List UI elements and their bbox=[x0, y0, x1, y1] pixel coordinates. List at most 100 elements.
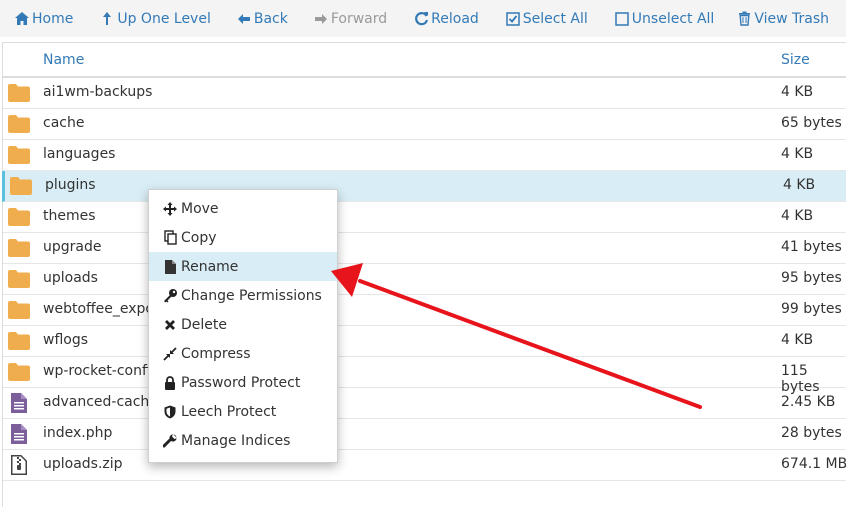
file-name[interactable]: uploads.zip bbox=[43, 456, 123, 472]
context-menu-label: Copy bbox=[181, 229, 217, 246]
trash-icon bbox=[736, 11, 752, 27]
context-menu-label: Change Permissions bbox=[181, 287, 322, 304]
file-size: 4 KB bbox=[781, 332, 814, 348]
table-row[interactable]: themes 4 KB bbox=[3, 202, 846, 233]
file-size: 4 KB bbox=[783, 177, 816, 193]
folder-icon bbox=[8, 115, 30, 133]
context-menu-move[interactable]: Move bbox=[149, 194, 337, 223]
view-trash-button[interactable]: View Trash bbox=[736, 0, 829, 37]
select-all-label: Select All bbox=[522, 10, 588, 27]
table-row[interactable]: webtoffee_export 99 bytes bbox=[3, 295, 846, 326]
context-menu-compress[interactable]: Compress bbox=[149, 339, 337, 368]
home-label: Home bbox=[32, 10, 74, 27]
context-menu-password-protect[interactable]: Password Protect bbox=[149, 368, 337, 397]
table-row[interactable]: uploads.zip 674.1 MB bbox=[3, 450, 846, 481]
folder-icon bbox=[8, 239, 30, 257]
toolbar: Home Up One Level Back Forward Reload Se… bbox=[0, 0, 846, 37]
back-button[interactable]: Back bbox=[236, 0, 288, 37]
forward-button[interactable]: Forward bbox=[313, 0, 387, 37]
table-row[interactable]: wflogs 4 KB bbox=[3, 326, 846, 357]
close-icon bbox=[162, 317, 178, 333]
file-name[interactable]: wflogs bbox=[43, 332, 88, 348]
up-one-level-label: Up One Level bbox=[117, 10, 211, 27]
refresh-icon bbox=[413, 11, 429, 27]
arrow-left-icon bbox=[236, 11, 252, 27]
folder-icon bbox=[8, 270, 30, 288]
file-size: 4 KB bbox=[781, 146, 814, 162]
context-menu-label: Rename bbox=[181, 258, 239, 275]
folder-icon bbox=[8, 363, 30, 381]
select-all-button[interactable]: Select All bbox=[505, 0, 588, 37]
file-size: 41 bytes bbox=[781, 239, 842, 255]
table-row[interactable]: ai1wm-backups 4 KB bbox=[3, 78, 846, 109]
file-size: 4 KB bbox=[781, 208, 814, 224]
context-menu-leech-protect[interactable]: Leech Protect bbox=[149, 397, 337, 426]
table-row[interactable]: advanced-cache.php 2.45 KB bbox=[3, 388, 846, 419]
folder-icon bbox=[8, 208, 30, 226]
unselect-all-label: Unselect All bbox=[631, 10, 715, 27]
folder-icon bbox=[10, 177, 32, 195]
compress-icon bbox=[162, 346, 178, 362]
file-name[interactable]: plugins bbox=[45, 177, 96, 193]
table-row[interactable]: languages 4 KB bbox=[3, 140, 846, 171]
file-size: 99 bytes bbox=[781, 301, 842, 317]
reload-button[interactable]: Reload bbox=[413, 0, 479, 37]
checkbox-checked-icon bbox=[505, 11, 521, 27]
file-name[interactable]: cache bbox=[43, 115, 84, 131]
file-name[interactable]: themes bbox=[43, 208, 96, 224]
table-row[interactable]: wp-rocket-config 115 bytes bbox=[3, 357, 846, 395]
php-file-icon bbox=[11, 393, 33, 413]
up-one-level-button[interactable]: Up One Level bbox=[99, 0, 211, 37]
zip-file-icon bbox=[11, 455, 33, 475]
folder-icon bbox=[8, 84, 30, 102]
php-file-icon bbox=[11, 424, 33, 444]
column-header-size[interactable]: Size bbox=[781, 52, 810, 68]
back-label: Back bbox=[253, 10, 288, 27]
file-name[interactable]: upgrade bbox=[43, 239, 101, 255]
context-menu-label: Move bbox=[181, 200, 219, 217]
lock-icon bbox=[162, 375, 178, 391]
key-icon bbox=[162, 288, 178, 304]
table-row[interactable]: cache 65 bytes bbox=[3, 109, 846, 140]
file-name[interactable]: languages bbox=[43, 146, 115, 162]
file-name[interactable]: uploads bbox=[43, 270, 98, 286]
file-size: 674.1 MB bbox=[781, 456, 846, 472]
context-menu-delete[interactable]: Delete bbox=[149, 310, 337, 339]
table-row[interactable]: plugins 4 KB bbox=[2, 171, 846, 202]
home-icon bbox=[14, 11, 30, 27]
file-size: 2.45 KB bbox=[781, 394, 836, 410]
file-size: 95 bytes bbox=[781, 270, 842, 286]
context-menu-label: Manage Indices bbox=[181, 432, 291, 449]
table-row[interactable]: index.php 28 bytes bbox=[3, 419, 846, 450]
file-table: Name Size ai1wm-backups 4 KB cache 65 bytes… bbox=[2, 42, 846, 507]
context-menu: Move Copy Rename Change Permissions Dele… bbox=[148, 189, 338, 463]
context-menu-label: Leech Protect bbox=[181, 403, 277, 420]
checkbox-empty-icon bbox=[614, 11, 630, 27]
column-header-name[interactable]: Name bbox=[43, 52, 84, 68]
file-name[interactable]: webtoffee_export bbox=[43, 301, 165, 317]
file-name[interactable]: wp-rocket-config bbox=[43, 363, 160, 379]
arrow-up-icon bbox=[99, 11, 115, 27]
unselect-all-button[interactable]: Unselect All bbox=[614, 0, 715, 37]
context-menu-label: Password Protect bbox=[181, 374, 301, 391]
table-header: Name Size bbox=[3, 43, 846, 78]
context-menu-rename[interactable]: Rename bbox=[149, 252, 337, 281]
file-name[interactable]: index.php bbox=[43, 425, 112, 441]
file-name[interactable]: ai1wm-backups bbox=[43, 84, 152, 100]
table-row[interactable]: upgrade 41 bytes bbox=[3, 233, 846, 264]
folder-icon bbox=[8, 146, 30, 164]
context-menu-manage-indices[interactable]: Manage Indices bbox=[149, 426, 337, 455]
copy-icon bbox=[162, 230, 178, 246]
file-size: 4 KB bbox=[781, 84, 814, 100]
file-size: 65 bytes bbox=[781, 115, 842, 131]
folder-icon bbox=[8, 332, 30, 350]
file-icon bbox=[162, 259, 178, 275]
table-row[interactable]: uploads 95 bytes bbox=[3, 264, 846, 295]
context-menu-copy[interactable]: Copy bbox=[149, 223, 337, 252]
context-menu-change-permissions[interactable]: Change Permissions bbox=[149, 281, 337, 310]
forward-label: Forward bbox=[330, 10, 388, 27]
file-size: 28 bytes bbox=[781, 425, 842, 441]
home-button[interactable]: Home bbox=[14, 0, 73, 37]
view-trash-label: View Trash bbox=[754, 10, 829, 27]
arrow-right-icon bbox=[313, 11, 329, 27]
